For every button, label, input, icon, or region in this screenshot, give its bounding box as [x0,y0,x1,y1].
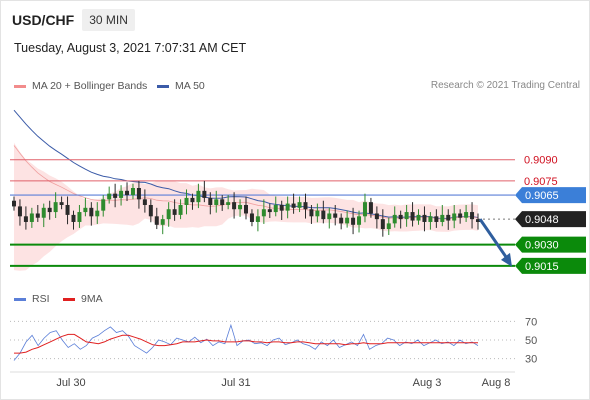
candle-body [184,197,189,205]
x-tick-label: Jul 31 [221,377,250,389]
candle-body [458,213,463,218]
candle-body [119,190,124,198]
x-tick-label: Aug 3 [413,377,442,389]
candle-body [362,202,367,217]
rsi-tick-label: 70 [525,316,537,328]
candle-body [244,204,248,214]
candle-body [398,214,403,220]
candle-body [386,223,391,230]
candle-body [83,207,88,213]
candle-body [148,204,153,217]
candle-body [380,219,385,230]
candle-body [107,193,112,200]
candle-body [428,216,433,222]
candle-body [190,197,195,203]
candle-body [440,214,445,222]
candle-body [125,190,130,196]
candle-body [113,193,118,198]
candle-body [267,209,272,213]
candle-body [35,213,40,218]
candle-body [297,202,302,208]
candle-body [309,209,314,217]
candle-body [178,204,183,215]
candle-body [95,210,100,217]
candle-body [41,207,46,218]
candle-body [47,207,52,213]
candle-body [226,202,231,205]
candle-body [339,217,344,224]
candle-body [142,199,147,205]
candle-body [321,210,326,220]
candle-body [172,209,177,215]
candle-body [315,210,320,217]
candle-body [77,212,82,222]
candle-body [154,216,159,225]
candle-body [89,207,94,217]
candle-body [249,213,254,222]
candle-body [464,212,469,218]
candle-body [232,202,237,210]
candle-body [416,214,421,221]
candle-body [12,200,16,207]
level-label-current: 0.9048 [525,214,559,226]
candle-body [303,202,308,210]
rsi-ma-line [14,333,478,354]
rsi-tick-label: 30 [525,354,537,366]
candle-body [29,213,34,222]
candle-body [368,202,373,214]
candle-body [345,217,350,224]
candle-body [136,188,141,200]
candle-body [374,213,379,220]
candle-body [101,199,106,211]
candle-body [333,213,338,218]
candle-body [434,216,439,222]
candle-body [202,190,207,198]
level-label-support: 0.9015 [525,261,559,273]
candle-body [17,206,22,217]
level-label-resistance: 0.9075 [524,176,558,188]
price-chart[interactable]: 0.9090 0.9075 0.9065 0.9048 0.9030 0.9015 70 50… [0,0,590,400]
candle-body [196,190,201,203]
candle-body [255,216,260,222]
candle-body [71,214,76,222]
candle-body [23,216,28,222]
candle-body [351,217,356,225]
candle-body [279,204,284,211]
candle-body [160,219,165,225]
candle-body [214,199,219,205]
candle-body [327,213,332,220]
candle-body [410,212,415,221]
forecast-arrow-head [501,252,512,267]
level-label-support: 0.9030 [525,240,559,252]
candle-body [208,197,213,205]
candle-body [404,212,409,220]
level-label-resistance: 0.9090 [524,155,558,167]
forecast-arrow-shaft [478,218,510,261]
candle-body [357,216,362,225]
candle-body [220,199,225,205]
candle-body [285,203,290,211]
x-tick-label: Jul 30 [56,377,85,389]
candle-body [130,188,135,196]
candle-body [59,202,64,205]
candle-body [238,204,243,210]
x-tick-label: Aug 8 [482,377,511,389]
candle-body [446,214,451,221]
candle-body [166,209,171,220]
candle-body [261,209,266,217]
candle-body [452,213,457,221]
candle-body [422,214,427,222]
rsi-tick-label: 50 [525,335,537,347]
level-label-pivot: 0.9065 [525,190,559,202]
candle-body [65,204,70,215]
candle-body [470,212,475,220]
candle-body [392,214,397,224]
candle-body [273,204,278,213]
candle-body [53,202,58,213]
candle-body [291,203,296,208]
